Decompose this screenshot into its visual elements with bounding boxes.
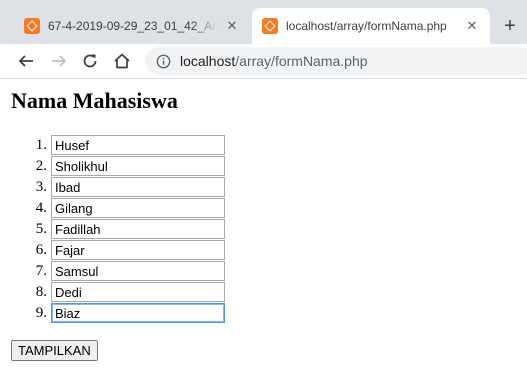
reload-button[interactable] (78, 49, 102, 73)
tab-formnama[interactable]: localhost/array/formNama.php ✕ (252, 8, 490, 44)
name-field-4[interactable] (51, 198, 225, 218)
name-field-8[interactable] (51, 282, 225, 302)
name-field-5[interactable] (51, 219, 225, 239)
url-host: localhost (180, 53, 236, 69)
page-content: Nama Mahasiswa 1. 2. 3. 4. 5. 6. 7. (0, 79, 527, 381)
name-field-9[interactable] (51, 303, 225, 323)
list-number: 3. (35, 179, 47, 195)
tampilkan-button[interactable]: TAMPILKAN (11, 340, 98, 361)
name-field-6[interactable] (51, 240, 225, 260)
url-path: /array/formNama.php (235, 53, 368, 69)
list-number: 8. (35, 284, 47, 300)
list-number: 4. (35, 200, 47, 216)
new-tab-button[interactable]: + (498, 14, 522, 38)
tab-title: localhost/array/formNama.php (286, 19, 447, 33)
xampp-icon (262, 18, 278, 34)
xampp-icon (24, 18, 40, 34)
tab-array-results[interactable]: 67-4-2019-09-29_23_01_42_Array ✕ (14, 8, 250, 44)
name-field-7[interactable] (51, 261, 225, 281)
name-field-1[interactable] (51, 135, 225, 155)
back-button[interactable] (14, 49, 38, 73)
list-number: 2. (35, 158, 47, 174)
url-text: localhost/array/formNama.php (180, 53, 368, 69)
info-icon[interactable] (155, 53, 171, 69)
list-number: 5. (35, 221, 47, 237)
home-button[interactable] (110, 49, 134, 73)
name-field-2[interactable] (51, 156, 225, 176)
list-number: 7. (35, 263, 47, 279)
page-title: Nama Mahasiswa (11, 88, 178, 113)
arrow-right-icon (52, 55, 67, 67)
list-number: 9. (35, 305, 47, 321)
home-icon (114, 53, 130, 69)
forward-button[interactable] (47, 49, 71, 73)
browser-toolbar: localhost/array/formNama.php (0, 44, 527, 79)
list-number: 6. (35, 242, 47, 258)
close-tab-icon[interactable]: ✕ (464, 18, 480, 34)
name-field-3[interactable] (51, 177, 225, 197)
tab-strip: 67-4-2019-09-29_23_01_42_Array ✕ localho… (0, 0, 527, 44)
arrow-left-icon (18, 55, 33, 67)
address-bar[interactable]: localhost/array/formNama.php (145, 47, 527, 75)
close-tab-icon[interactable]: ✕ (224, 18, 240, 34)
reload-icon (83, 54, 97, 68)
list-number: 1. (35, 137, 47, 153)
tab-title: 67-4-2019-09-29_23_01_42_Array (48, 19, 218, 33)
